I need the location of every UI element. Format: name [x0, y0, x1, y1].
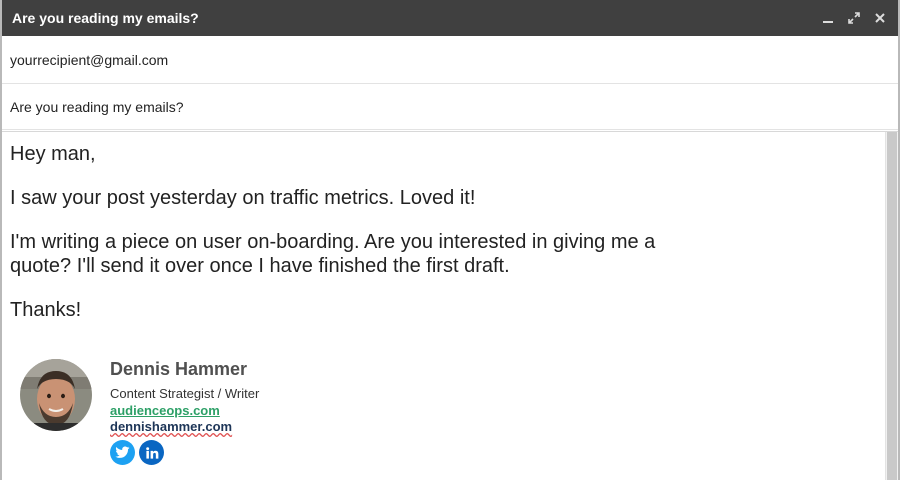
close-icon[interactable] [872, 10, 888, 26]
linkedin-icon[interactable] [139, 440, 164, 465]
compose-window: Are you reading my emails? yourrecipient… [0, 0, 900, 480]
minimize-icon[interactable] [820, 10, 836, 26]
signature-name: Dennis Hammer [110, 359, 248, 379]
signature-role: Content Strategist / Writer [110, 386, 260, 401]
audienceops-link[interactable]: audienceops.com [110, 403, 259, 418]
subject-value: Are you reading my emails? [10, 98, 184, 115]
message-body[interactable]: Hey man, I saw your post yesterday on tr… [2, 131, 898, 480]
to-field[interactable]: yourrecipient@gmail.com [2, 36, 898, 84]
paragraph-2: I'm writing a piece on user on-boarding.… [10, 231, 656, 277]
scrollbar-thumb[interactable] [887, 132, 897, 480]
paragraph-1: I saw your post yesterday on traffic met… [10, 187, 476, 209]
signature-details: Dennis Hammer Content Strategist / Write… [110, 359, 259, 465]
scrollbar[interactable] [885, 132, 898, 480]
dennishammer-link[interactable]: dennishammer.com [110, 419, 259, 434]
greeting-text: Hey man, [10, 143, 96, 165]
twitter-icon[interactable] [110, 440, 135, 465]
compose-titlebar[interactable]: Are you reading my emails? [2, 0, 898, 36]
popout-icon[interactable] [846, 10, 862, 26]
window-controls [820, 10, 888, 26]
subject-field[interactable]: Are you reading my emails? [2, 84, 898, 130]
email-signature: Dennis Hammer Content Strategist / Write… [20, 359, 340, 479]
social-links [110, 440, 259, 465]
to-value: yourrecipient@gmail.com [10, 51, 169, 68]
window-title: Are you reading my emails? [12, 10, 199, 26]
closing-text: Thanks! [10, 299, 82, 321]
avatar [20, 359, 92, 431]
message-text[interactable]: Hey man, I saw your post yesterday on tr… [10, 142, 670, 342]
